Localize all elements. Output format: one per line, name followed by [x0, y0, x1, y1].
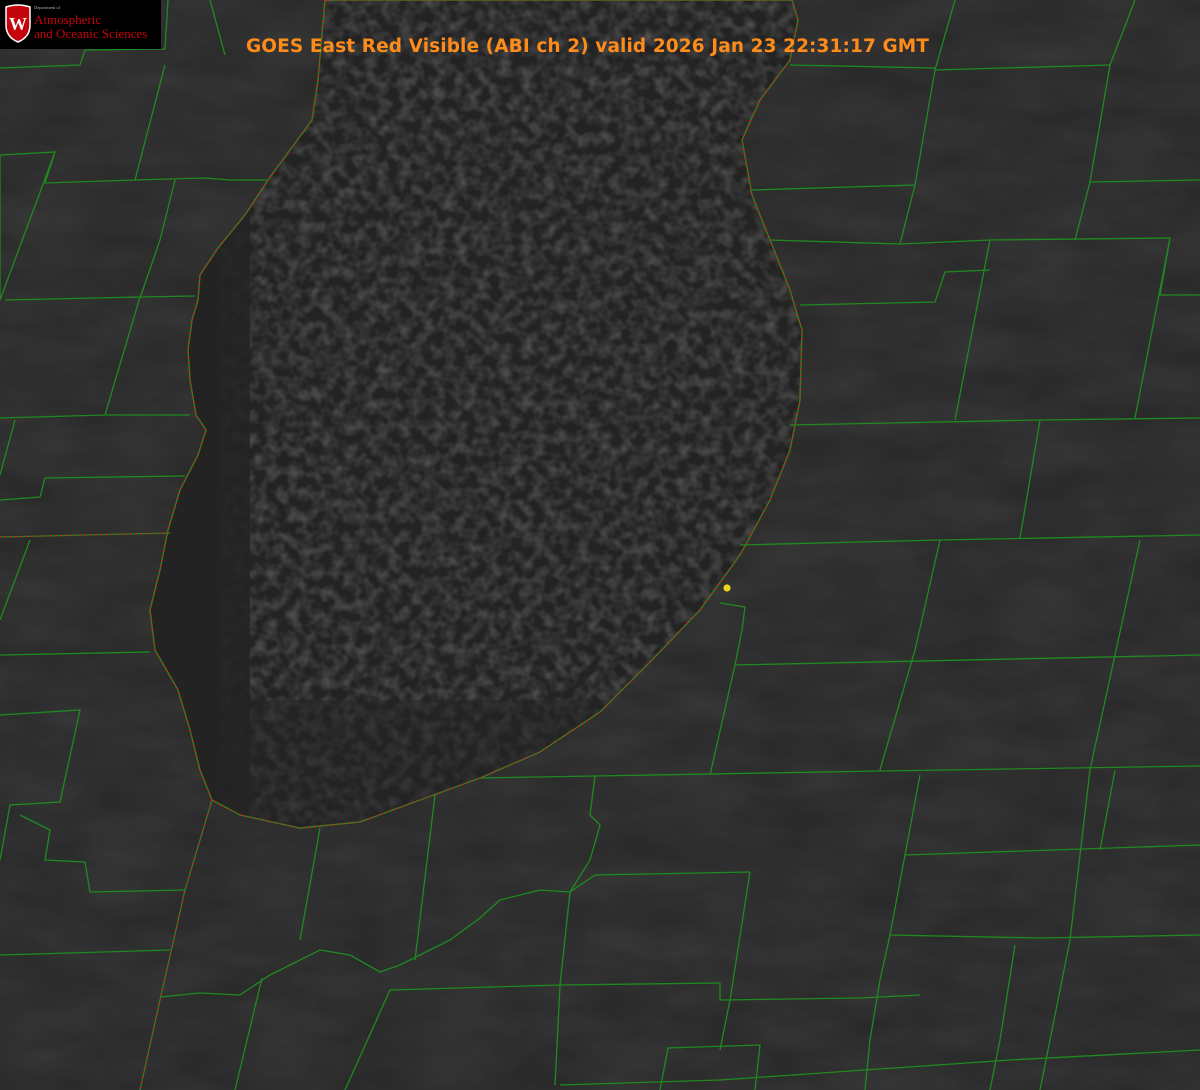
image-title: GOES East Red Visible (ABI ch 2) valid 2…	[246, 36, 929, 57]
svg-text:W: W	[9, 14, 27, 34]
logo-atmospheric-text: Atmospheric	[34, 11, 102, 27]
satellite-image-viewer: W Department of Atmospheric and Oceanic …	[0, 0, 1200, 1090]
satellite-map	[0, 0, 1200, 1090]
logo-oceanic-text: and Oceanic Sciences	[34, 25, 148, 41]
uw-aos-logo: W Department of Atmospheric and Oceanic …	[0, 0, 161, 49]
uw-crest-icon: W	[5, 4, 31, 43]
location-marker	[723, 584, 731, 592]
logo-department-text: Department of	[34, 5, 61, 10]
